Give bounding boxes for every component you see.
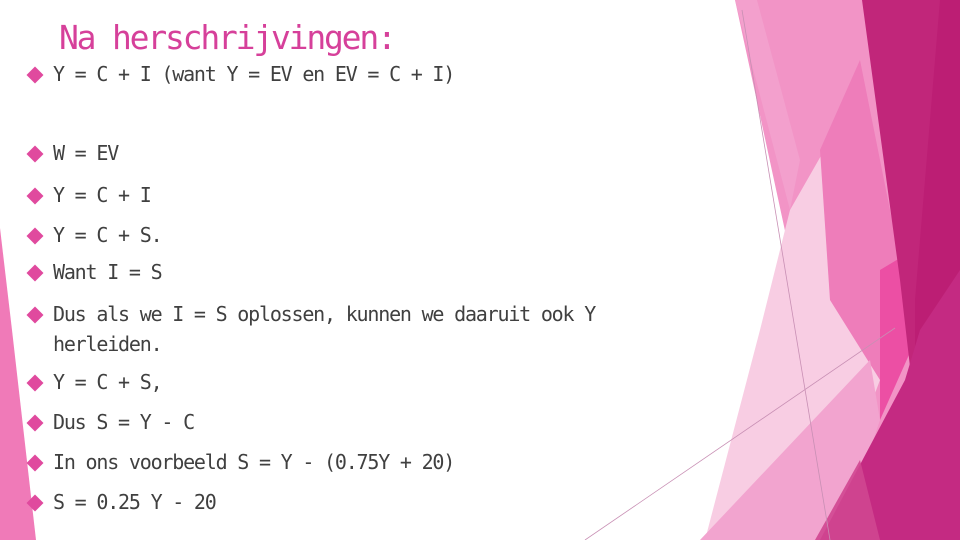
bullet-text: Y = C + I (want Y = EV en EV = C + I) <box>53 62 455 86</box>
bullet-text: Y = C + S. <box>53 223 163 247</box>
bullet-text: In ons voorbeeld S = Y - (0.75Y + 20) <box>53 450 455 474</box>
bullet-text: Dus S = Y - C <box>53 410 195 434</box>
bullet-text-continuation: herleiden. <box>53 332 163 356</box>
bullet-text: Y = C + I <box>53 183 152 207</box>
bullet-text: Want I = S <box>53 260 163 284</box>
bullet-text: Y = C + S, <box>53 370 163 394</box>
slide-title: Na herschrijvingen: <box>59 18 397 57</box>
bullet-text: W = EV <box>53 141 119 165</box>
bullet-text: S = 0.25 Y - 20 <box>53 490 217 514</box>
bullet-text: Dus als we I = S oplossen, kunnen we daa… <box>53 302 596 326</box>
slide: Na herschrijvingen: Y = C + I (want Y = … <box>0 0 960 540</box>
